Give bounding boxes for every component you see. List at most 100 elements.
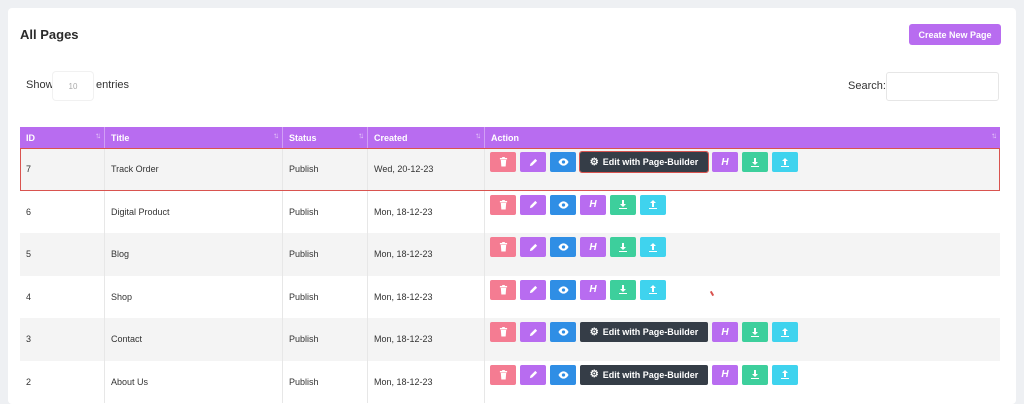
sort-icon: ↑↓ [991,131,997,140]
header-button[interactable]: H [580,237,606,257]
header-button[interactable]: H [712,152,738,172]
edit-button[interactable] [520,279,546,300]
delete-button[interactable] [490,194,516,215]
page-builder-label: Edit with Page-Builder [602,327,699,337]
show-label: Show [26,79,54,91]
download-button[interactable] [610,194,636,215]
page-builder-label: Edit with Page-Builder [602,157,699,167]
cell-id: 3 [20,318,105,361]
upload-icon [649,285,657,294]
view-button[interactable] [550,152,576,172]
upload-icon [781,157,789,167]
header-button[interactable]: H [580,279,606,300]
column-header-title[interactable]: Title ↑↓ [105,127,283,148]
edit-button[interactable] [520,237,546,257]
upload-button[interactable] [640,279,666,300]
download-button[interactable] [742,364,768,385]
cell-created: Mon, 18-12-23 [368,318,485,361]
trash-icon [499,284,508,295]
download-button[interactable] [610,237,636,257]
cell-status: Publish [283,190,368,233]
delete-button[interactable] [490,237,516,257]
download-button[interactable] [742,152,768,172]
cell-status: Publish [283,148,368,191]
search-label: Search: [848,80,886,92]
trash-icon [499,327,508,337]
eye-icon [557,285,569,294]
upload-button[interactable] [772,364,798,385]
create-new-page-button[interactable]: Create New Page [909,24,1001,45]
edit-with-page-builder-button[interactable]: ⚙ Edit with Page-Builder [579,151,709,173]
edit-button[interactable] [520,364,546,385]
cell-actions: H [485,233,1000,276]
pencil-icon [529,158,538,167]
view-button[interactable] [550,322,576,342]
table-row: 4 Shop Publish Mon, 18-12-23 H [20,275,1000,319]
view-button[interactable] [550,279,576,300]
cell-created: Mon, 18-12-23 [368,190,485,233]
entries-select[interactable]: 10 [53,72,93,100]
eye-icon [557,243,569,251]
sort-icon: ↑↓ [358,131,364,140]
cell-id: 4 [20,275,105,318]
cell-status: Publish [283,360,368,403]
table-row: 6 Digital Product Publish Mon, 18-12-23 H [20,190,1000,233]
upload-button[interactable] [772,152,798,172]
download-icon [619,200,627,209]
cell-status: Publish [283,233,368,276]
pages-table: ID ↑↓ Title ↑↓ Status ↑↓ Created ↑↓ Action ↑↓… [20,127,1000,403]
view-button[interactable] [550,194,576,215]
eye-icon [557,328,569,336]
header-button[interactable]: H [580,194,606,215]
delete-button[interactable] [490,364,516,385]
column-header-id[interactable]: ID ↑↓ [20,127,105,148]
cell-actions: H [485,276,1000,319]
download-button[interactable] [742,322,768,342]
cell-actions: ⚙ Edit with Page-Builder H [485,148,1000,191]
trash-icon [499,369,508,380]
pencil-icon [529,370,538,379]
edit-with-page-builder-button[interactable]: ⚙ Edit with Page-Builder [580,364,708,385]
upload-button[interactable] [772,322,798,342]
upload-button[interactable] [640,237,666,257]
trash-icon [499,157,508,167]
sort-icon: ↑↓ [475,131,481,140]
cell-created: Mon, 18-12-23 [368,233,485,276]
search-input[interactable] [886,72,999,101]
download-icon [619,285,627,294]
gear-icon: ⚙ [589,326,599,338]
table-header: ID ↑↓ Title ↑↓ Status ↑↓ Created ↑↓ Action ↑↓ [20,127,1000,148]
delete-button[interactable] [490,322,516,342]
column-header-status[interactable]: Status ↑↓ [283,127,368,148]
upload-button[interactable] [640,194,666,215]
table-body: 7 Track Order Publish Wed, 20-12-23 ⚙ Edit wi… [20,148,1000,403]
table-row: 5 Blog Publish Mon, 18-12-23 H [20,233,1000,276]
edit-button[interactable] [520,152,546,172]
upload-icon [781,370,789,379]
view-button[interactable] [550,364,576,385]
edit-button[interactable] [520,322,546,342]
edit-button[interactable] [520,194,546,215]
download-icon [619,242,627,252]
delete-button[interactable] [490,152,516,172]
download-button[interactable] [610,279,636,300]
view-button[interactable] [550,237,576,257]
cell-title: Blog [105,233,283,276]
trash-icon [499,242,508,252]
cell-title: About Us [105,360,283,403]
cell-actions: ⚙ Edit with Page-Builder H [485,318,1000,361]
page-title: All Pages [20,27,79,42]
cell-created: Wed, 20-12-23 [368,148,485,191]
header-button[interactable]: H [712,364,738,385]
column-header-created[interactable]: Created ↑↓ [368,127,485,148]
header-button[interactable]: H [712,322,738,342]
delete-button[interactable] [490,279,516,300]
entries-label: entries [96,79,130,91]
gear-icon: ⚙ [589,369,599,380]
gear-icon: ⚙ [589,156,599,168]
upload-icon [649,200,657,209]
cell-id: 5 [20,233,105,276]
cell-title: Contact [105,318,283,361]
edit-with-page-builder-button[interactable]: ⚙ Edit with Page-Builder [580,322,708,342]
column-header-action[interactable]: Action ↑↓ [485,127,1000,148]
